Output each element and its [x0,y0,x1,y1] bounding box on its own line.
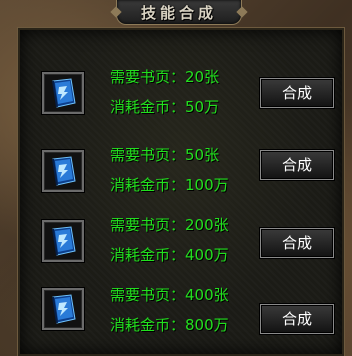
blue-skill-book-icon [52,294,76,324]
blue-skill-book-icon [52,156,76,186]
blue-skill-book-icon [52,226,76,256]
gold-cost-value: 50万 [185,98,220,116]
gold-cost-value: 100万 [185,176,229,194]
skill-book-slot[interactable] [42,288,84,330]
required-pages-text: 需要书页：50张 [110,144,219,165]
gold-cost-label: 消耗金币： [110,98,186,116]
gold-cost-text: 消耗金币：50万 [110,96,219,117]
required-pages-text: 需要书页：400张 [110,284,229,305]
gold-cost-value: 400万 [185,246,229,264]
gold-cost-text: 消耗金币：800万 [110,314,229,335]
gold-cost-text: 消耗金币：100万 [110,174,229,195]
synthesis-row: 需要书页：20张 消耗金币：50万 合成 [20,60,342,132]
skill-book-slot[interactable] [42,150,84,192]
required-pages-text: 需要书页：200张 [110,214,229,235]
required-pages-text: 需要书页：20张 [110,66,219,87]
synthesize-button[interactable]: 合成 [260,228,334,258]
required-pages-label: 需要书页： [110,146,186,164]
synthesis-panel: 需要书页：20张 消耗金币：50万 合成 需要书页：50张 消耗金币：100万 … [18,28,344,356]
gold-cost-text: 消耗金币：400万 [110,244,229,265]
synthesize-button[interactable]: 合成 [260,304,334,334]
required-pages-value: 200张 [185,216,229,234]
synthesis-row: 需要书页：400张 消耗金币：800万 合成 [20,282,342,354]
skill-book-slot[interactable] [42,72,84,114]
required-pages-label: 需要书页： [110,68,186,86]
skill-book-slot[interactable] [42,220,84,262]
required-pages-value: 50张 [185,146,220,164]
synthesis-row: 需要书页：50张 消耗金币：100万 合成 [20,138,342,210]
gold-cost-label: 消耗金币： [110,316,186,334]
blue-skill-book-icon [52,78,76,108]
required-pages-value: 400张 [185,286,229,304]
title-bar: 技能合成 [116,0,242,25]
required-pages-value: 20张 [185,68,220,86]
gold-cost-label: 消耗金币： [110,246,186,264]
gold-cost-value: 800万 [185,316,229,334]
window-title: 技能合成 [140,4,217,22]
required-pages-label: 需要书页： [110,216,186,234]
synthesize-button[interactable]: 合成 [260,150,334,180]
required-pages-label: 需要书页： [110,286,186,304]
gold-cost-label: 消耗金币： [110,176,186,194]
synthesis-row: 需要书页：200张 消耗金币：400万 合成 [20,210,342,282]
synthesize-button[interactable]: 合成 [260,78,334,108]
